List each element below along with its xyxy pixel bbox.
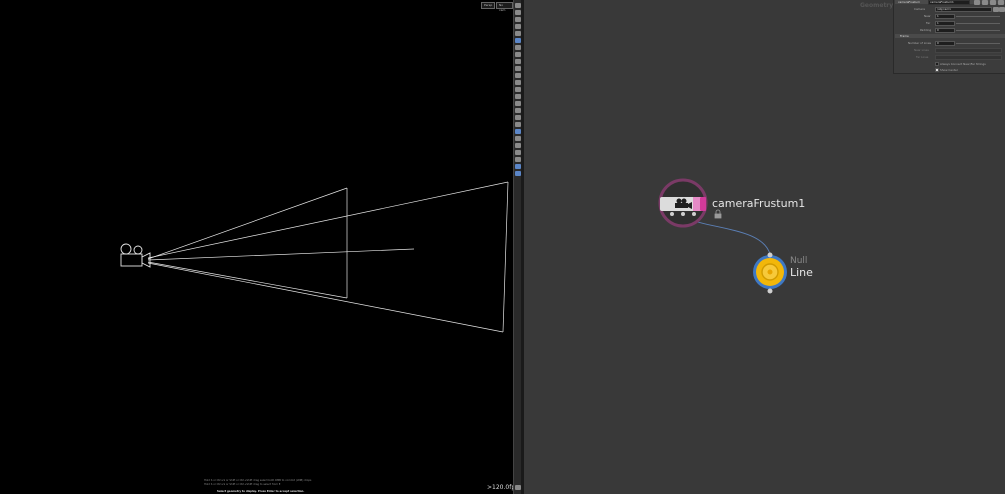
- always-connect-checkbox[interactable]: [935, 62, 939, 66]
- camera-icon: [120, 243, 151, 268]
- show-center-checkbox[interactable]: [935, 68, 939, 72]
- camera-label: Camera: [914, 7, 925, 11]
- help-icon[interactable]: [982, 0, 988, 5]
- near-lines-label: Near Lines: [914, 48, 929, 52]
- status-prompt: Select geometry to display. Press Enter …: [217, 490, 305, 493]
- network-canvas: [658, 178, 787, 294]
- always-connect-label: Always Connect Near/Far Strings: [940, 62, 986, 66]
- show-center-label: Show Center: [940, 68, 958, 72]
- near-value: 1: [937, 14, 939, 18]
- node-name-value: cameraFrustum1: [930, 0, 954, 4]
- number-of-lines-label: Number of Lines: [908, 41, 931, 45]
- padding-label: Padding: [920, 28, 932, 32]
- null-node-name[interactable]: Line: [790, 266, 813, 279]
- near-lines-field[interactable]: [935, 48, 1002, 53]
- search-icon[interactable]: [990, 0, 996, 5]
- network-editor[interactable]: Geometry cameraFrustum1 Null Line: [524, 0, 1005, 494]
- gear-icon[interactable]: [974, 0, 980, 5]
- far-value: 1: [937, 21, 939, 25]
- far-label: Far: [926, 21, 931, 25]
- near-label: Near: [924, 14, 931, 18]
- frustum-wireframe: [120, 181, 509, 333]
- context-label: Geometry: [860, 2, 894, 9]
- camera-value: /obj/cam1: [937, 7, 951, 11]
- scene-viewport[interactable]: Persp No cam Hold S or Ctrl+S or Shift o…: [0, 0, 518, 494]
- padding-slider[interactable]: [956, 30, 1000, 31]
- null-node: [753, 252, 787, 294]
- padding-value: 0: [937, 28, 939, 32]
- camera-frustum-node-name[interactable]: cameraFrustum1: [712, 197, 805, 210]
- camera-frustum-node: [658, 178, 708, 228]
- number-of-lines-value: 0: [937, 41, 939, 45]
- lock-icon: [714, 209, 722, 219]
- status-hint-2: Hold S or Ctrl+S or Shift or Ctrl+Shift …: [204, 483, 281, 486]
- far-lines-field[interactable]: [935, 55, 1002, 60]
- options-icon[interactable]: [998, 0, 1004, 5]
- near-slider[interactable]: [956, 16, 1000, 17]
- node-type-label: cameraFrustum: [898, 0, 920, 4]
- frame-section-header[interactable]: [895, 34, 1005, 38]
- parameter-panel: cameraFrustum cameraFrustum1 Camera /obj…: [893, 0, 1005, 74]
- number-of-lines-slider[interactable]: [956, 43, 1000, 44]
- far-slider[interactable]: [956, 23, 1000, 24]
- far-lines-label: Far Lines: [916, 55, 929, 59]
- jump-icon[interactable]: [999, 7, 1005, 12]
- frame-section-label: Frame: [900, 34, 909, 38]
- status-hint-1: Hold S or Ctrl+S or Shift or Ctrl+Shift …: [204, 479, 312, 482]
- null-node-type: Null: [790, 256, 808, 266]
